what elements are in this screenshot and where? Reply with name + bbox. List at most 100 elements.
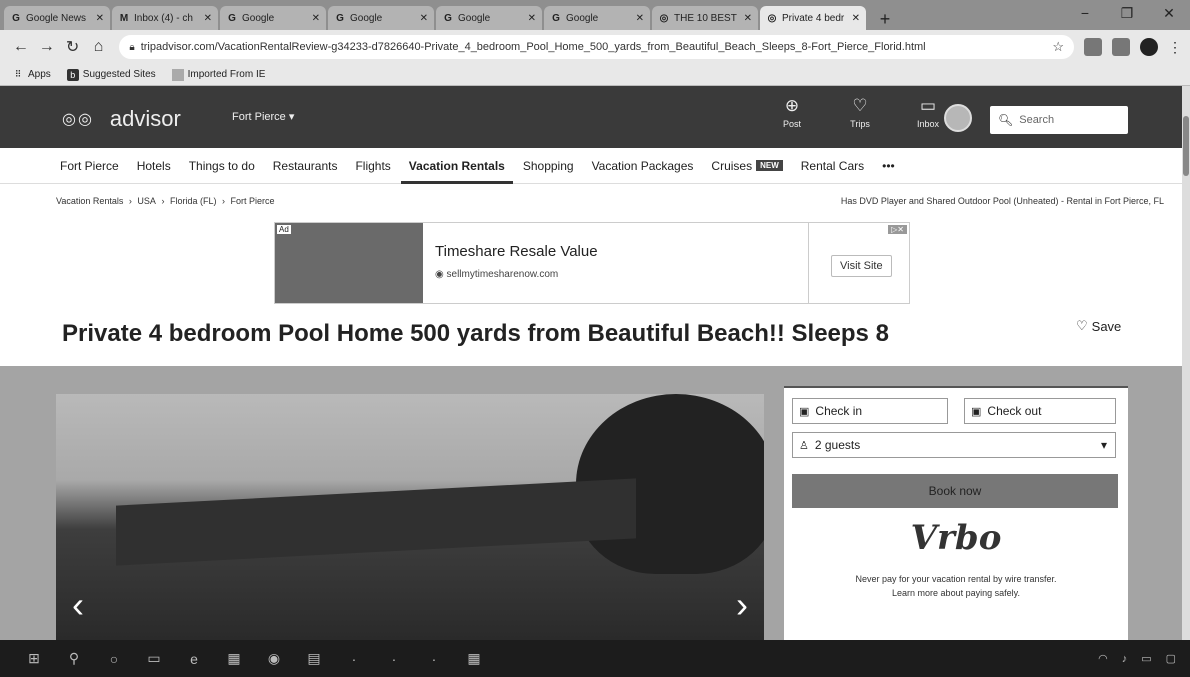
scrollbar-thumb[interactable]: [1183, 116, 1189, 176]
battery-icon[interactable]: ▭: [1141, 652, 1151, 665]
close-icon[interactable]: ✕: [420, 13, 428, 24]
browser-tab[interactable]: G Google News ✕: [4, 6, 110, 30]
edge-icon[interactable]: e: [174, 640, 214, 677]
bookmark-suggested-sites[interactable]: b Suggested Sites: [66, 68, 156, 81]
forward-icon[interactable]: →: [34, 34, 60, 60]
google-icon: G: [552, 12, 560, 24]
browser-tab[interactable]: G Google ✕: [220, 6, 326, 30]
close-icon[interactable]: ✕: [636, 13, 644, 24]
reload-icon[interactable]: ↻: [60, 34, 86, 60]
browser-tab[interactable]: ◎ THE 10 BEST ✕: [652, 6, 758, 30]
os-taskbar: ⊞ ⚲ ○ ▭ e ▦ ◉ ▤ · · · ▦ ◠ ♪ ▭ ▢: [0, 640, 1190, 677]
extension-icon[interactable]: [1083, 38, 1102, 56]
breadcrumb-fort-pierce[interactable]: Fort Pierce: [231, 196, 275, 206]
bookmark-apps[interactable]: ⠿ Apps: [12, 69, 51, 81]
extension-icon[interactable]: [1111, 38, 1130, 56]
widget-divider: [784, 386, 1128, 388]
ad-headline[interactable]: Timeshare Resale Value: [435, 243, 598, 260]
nav-more[interactable]: •••: [882, 148, 895, 184]
home-icon[interactable]: ⌂: [86, 34, 112, 60]
back-icon[interactable]: ←: [8, 34, 34, 60]
notifications-icon[interactable]: ▢: [1166, 652, 1176, 665]
start-icon[interactable]: ⊞: [14, 640, 54, 677]
photo-roof-shape: [116, 478, 636, 566]
adchoices-icon[interactable]: ▷✕: [888, 225, 907, 234]
save-button[interactable]: ♡ Save: [1076, 318, 1121, 334]
file-explorer-icon[interactable]: ▤: [294, 640, 334, 677]
close-icon[interactable]: ✕: [852, 13, 860, 24]
close-icon[interactable]: ✕: [312, 13, 320, 24]
taskbar-app-icon[interactable]: ·: [334, 640, 374, 677]
taskbar-app-icon[interactable]: ·: [414, 640, 454, 677]
guests-select[interactable]: ♙ 2 guests ▾: [792, 432, 1116, 458]
network-icon[interactable]: ◠: [1098, 652, 1108, 665]
avatar[interactable]: [944, 104, 972, 132]
browser-tab-active[interactable]: ◎ Private 4 bedr ✕: [760, 6, 866, 30]
profile-icon[interactable]: [1139, 38, 1158, 56]
minimize-icon[interactable]: −: [1064, 0, 1106, 26]
breadcrumb-separator: ›: [221, 196, 225, 206]
taskbar-app-icon[interactable]: ·: [374, 640, 414, 677]
chrome-icon[interactable]: ◉: [254, 640, 294, 677]
close-icon[interactable]: ✕: [744, 13, 752, 24]
listing-photo[interactable]: ‹ ›: [56, 394, 764, 640]
book-now-button[interactable]: Book now: [792, 474, 1118, 508]
ad-banner[interactable]: Ad Timeshare Resale Value ◉ sellmytimesh…: [274, 222, 910, 304]
nav-restaurants[interactable]: Restaurants: [273, 148, 338, 184]
next-photo-arrow[interactable]: ›: [736, 584, 748, 626]
payment-warning: Never pay for your vacation rental by wi…: [855, 574, 1057, 584]
previous-photo-arrow[interactable]: ‹: [72, 584, 84, 626]
listing-summary-note: Has DVD Player and Shared Outdoor Pool (…: [840, 196, 1164, 206]
nav-vacation-rentals[interactable]: Vacation Rentals: [400, 148, 513, 184]
bookmark-imported-from-ie[interactable]: Imported From IE: [171, 68, 265, 81]
nav-things-to-do[interactable]: Things to do: [189, 148, 255, 184]
breadcrumb-florida[interactable]: Florida (FL): [170, 196, 217, 206]
address-bar[interactable]: 🔒︎ tripadvisor.com/VacationRentalReview-…: [119, 35, 1074, 59]
location-selector[interactable]: Fort Pierce ▾: [232, 110, 294, 123]
visit-site-button[interactable]: Visit Site: [831, 255, 892, 277]
volume-icon[interactable]: ♪: [1122, 653, 1128, 665]
nav-flights[interactable]: Flights: [355, 148, 390, 184]
check-in-field[interactable]: ▣ Check in: [792, 398, 948, 424]
site-logo[interactable]: ◎◎ advisor: [62, 106, 181, 132]
post-button[interactable]: ⊕ Post: [768, 96, 816, 129]
site-header: ◎◎ advisor Fort Pierce ▾ ⊕ Post ♡ Trips ▭ I…: [0, 86, 1182, 148]
breadcrumb-usa[interactable]: USA: [137, 196, 156, 206]
search-input[interactable]: 🔍︎ Search: [990, 106, 1128, 134]
check-out-field[interactable]: ▣ Check out: [964, 398, 1116, 424]
trips-label: Trips: [850, 119, 870, 129]
nav-vacation-packages[interactable]: Vacation Packages: [592, 148, 694, 184]
menu-icon[interactable]: ⋮: [1168, 39, 1182, 56]
browser-tab[interactable]: M Inbox (4) - ch ✕: [112, 6, 218, 30]
payment-safety-link[interactable]: Learn more about paying safely.: [784, 588, 1128, 598]
browser-tab[interactable]: G Google ✕: [436, 6, 542, 30]
nav-hotels[interactable]: Hotels: [137, 148, 171, 184]
nav-cruises-label: Cruises: [711, 158, 753, 173]
page-scrollbar[interactable]: [1182, 86, 1190, 640]
cortana-icon[interactable]: ○: [94, 640, 134, 677]
nav-cruises[interactable]: Cruises NEW: [711, 148, 783, 184]
bookmark-star-icon[interactable]: ☆: [1052, 39, 1064, 55]
breadcrumb-vacation-rentals[interactable]: Vacation Rentals: [56, 196, 123, 206]
close-icon[interactable]: ✕: [204, 13, 212, 24]
nav-shopping[interactable]: Shopping: [523, 148, 574, 184]
nav-rental-cars[interactable]: Rental Cars: [801, 148, 864, 184]
maximize-icon[interactable]: ❐: [1106, 0, 1148, 26]
search-icon: 🔍︎: [998, 113, 1014, 127]
search-icon[interactable]: ⚲: [54, 640, 94, 677]
close-window-icon[interactable]: ✕: [1148, 0, 1190, 26]
url-text: tripadvisor.com/VacationRentalReview-g34…: [140, 41, 926, 53]
save-label: Save: [1091, 318, 1122, 334]
browser-tab[interactable]: G Google ✕: [328, 6, 434, 30]
store-icon[interactable]: ▦: [214, 640, 254, 677]
new-tab-button[interactable]: +: [874, 8, 896, 30]
close-icon[interactable]: ✕: [96, 13, 104, 24]
task-view-icon[interactable]: ▭: [134, 640, 174, 677]
trips-button[interactable]: ♡ Trips: [836, 96, 884, 129]
nav-fort-pierce[interactable]: Fort Pierce: [60, 148, 119, 184]
extensions: ⋮: [1083, 38, 1182, 56]
person-icon: ♙: [799, 440, 809, 452]
calculator-icon[interactable]: ▦: [454, 640, 494, 677]
browser-tab[interactable]: G Google ✕: [544, 6, 650, 30]
close-icon[interactable]: ✕: [528, 13, 536, 24]
